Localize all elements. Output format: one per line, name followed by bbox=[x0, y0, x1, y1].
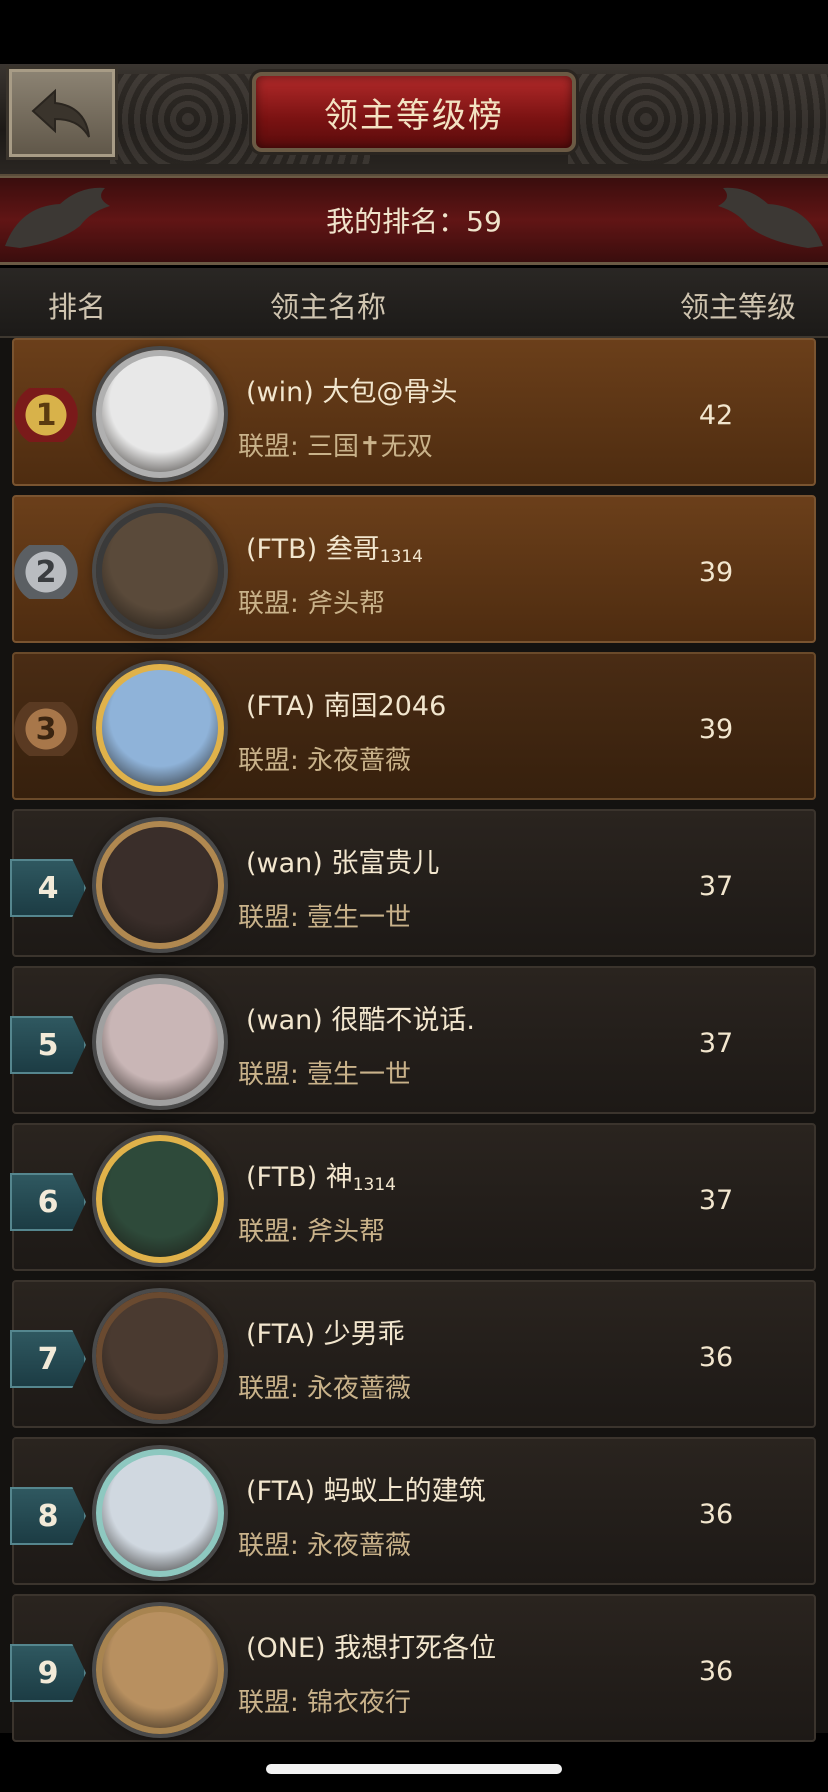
rank-medal-icon: 3 bbox=[10, 702, 82, 756]
alliance-label: 联盟: 斧头帮 bbox=[238, 1217, 386, 1247]
alliance-label: 联盟: 斧头帮 bbox=[238, 589, 386, 619]
lord-level: 36 bbox=[698, 1656, 734, 1687]
lord-level: 39 bbox=[698, 557, 734, 588]
lord-name-text: (wan) 张富贵儿 bbox=[246, 848, 440, 879]
rank-badge: 7 bbox=[10, 1330, 86, 1388]
back-arrow-icon bbox=[31, 88, 90, 138]
lord-name-text: (FTA) 少男乖 bbox=[246, 1319, 405, 1350]
dragon-ornament-icon bbox=[5, 187, 110, 248]
lord-name: (FTA) 少男乖 bbox=[246, 1312, 405, 1351]
alliance-label: 联盟: 壹生一世 bbox=[238, 1060, 412, 1090]
avatar[interactable] bbox=[96, 507, 224, 635]
lord-name: (wan) 张富贵儿 bbox=[246, 841, 439, 880]
my-rank-label: 我的排名：59 bbox=[326, 205, 502, 238]
table-row[interactable]: 4 (wan) 张富贵儿联盟: 壹生一世 37 bbox=[10, 809, 816, 957]
back-button[interactable] bbox=[6, 66, 118, 160]
avatar[interactable] bbox=[96, 1292, 224, 1420]
lord-name: (FTB) 叁哥1314 bbox=[246, 527, 423, 567]
table-row[interactable]: 9 (ONE) 我想打死各位联盟: 锦衣夜行 36 bbox=[10, 1594, 816, 1742]
avatar[interactable] bbox=[96, 1449, 224, 1577]
rank-badge: 4 bbox=[10, 859, 86, 917]
avatar[interactable] bbox=[96, 821, 224, 949]
lord-level: 36 bbox=[698, 1499, 734, 1530]
lord-level: 37 bbox=[698, 871, 734, 902]
home-indicator bbox=[266, 1764, 562, 1774]
lord-name: (wan) 很酷不说话. bbox=[246, 998, 475, 1037]
rank-badge: 5 bbox=[10, 1016, 86, 1074]
lord-name-text: (FTA) 南国2046 bbox=[246, 691, 447, 722]
avatar[interactable] bbox=[96, 664, 224, 792]
column-name: 领主名称 bbox=[270, 290, 387, 324]
lord-name-text: (FTA) 蚂蚁上的建筑 bbox=[246, 1476, 486, 1507]
lord-name-suffix: 1314 bbox=[379, 547, 423, 567]
column-header: 排名 领主名称 领主等级 bbox=[0, 268, 828, 338]
alliance-label: 联盟: 锦衣夜行 bbox=[238, 1688, 412, 1718]
table-row[interactable]: 5 (wan) 很酷不说话. 联盟: 壹生一世 37 bbox=[10, 966, 816, 1114]
lord-name-text: (wan) 很酷不说话. bbox=[246, 1005, 475, 1036]
lord-name-text: (ONE) 我想打死各位 bbox=[246, 1633, 497, 1664]
rank-medal-icon: 1 bbox=[10, 388, 82, 442]
dragon-ornament-icon bbox=[718, 187, 823, 248]
alliance-label: 联盟: 壹生一世 bbox=[238, 903, 412, 933]
lord-name: (ONE) 我想打死各位 bbox=[246, 1626, 496, 1665]
table-row[interactable]: 3 (FTA) 南国2046 联盟: 永夜蔷薇 39 bbox=[10, 652, 816, 800]
table-row[interactable]: 2 (FTB) 叁哥1314 联盟: 斧头帮 39 bbox=[10, 495, 816, 643]
avatar[interactable] bbox=[96, 978, 224, 1106]
rank-badge: 6 bbox=[10, 1173, 86, 1231]
lord-level: 37 bbox=[698, 1185, 734, 1216]
alliance-label: 联盟: 三国✝无双 bbox=[238, 432, 433, 462]
table-row[interactable]: 1 (win) 大包@骨头联盟: 三国✝无双 42 bbox=[10, 338, 816, 486]
rank-medal-icon: 2 bbox=[10, 545, 82, 599]
table-row[interactable]: 6 (FTB) 神1314 联盟: 斧头帮 37 bbox=[10, 1123, 816, 1271]
table-row[interactable]: 7 (FTA) 少男乖 联盟: 永夜蔷薇 36 bbox=[10, 1280, 816, 1428]
alliance-label: 联盟: 永夜蔷薇 bbox=[238, 746, 412, 776]
lord-name-text: (FTB) 叁哥 bbox=[246, 534, 380, 565]
avatar[interactable] bbox=[96, 1606, 224, 1734]
page-title: 领主等级榜 bbox=[252, 72, 576, 152]
alliance-label: 联盟: 永夜蔷薇 bbox=[238, 1374, 412, 1404]
column-rank: 排名 bbox=[48, 290, 107, 324]
table-row[interactable]: 8 (FTA) 蚂蚁上的建筑联盟: 永夜蔷薇 36 bbox=[10, 1437, 816, 1585]
alliance-label: 联盟: 永夜蔷薇 bbox=[238, 1531, 412, 1561]
lord-name-text: (win) 大包@骨头 bbox=[246, 377, 458, 408]
lord-name: (FTB) 神1314 bbox=[246, 1155, 396, 1195]
lord-name: (FTA) 蚂蚁上的建筑 bbox=[246, 1469, 486, 1508]
column-level: 领主等级 bbox=[680, 290, 797, 324]
ornament-right bbox=[568, 74, 828, 164]
lord-level: 37 bbox=[698, 1028, 734, 1059]
lord-level: 39 bbox=[698, 714, 734, 745]
lord-name-text: (FTB) 神 bbox=[246, 1162, 353, 1193]
lord-name: (win) 大包@骨头 bbox=[246, 370, 457, 409]
rank-badge: 9 bbox=[10, 1644, 86, 1702]
rank-badge: 8 bbox=[10, 1487, 86, 1545]
avatar[interactable] bbox=[96, 350, 224, 478]
lord-name-suffix: 1314 bbox=[352, 1175, 396, 1195]
leaderboard-list[interactable]: 1 (win) 大包@骨头 联盟: 三国✝无双 42 2 (FTB) 叁哥1314 联盟: … bbox=[0, 338, 828, 1742]
lord-level: 42 bbox=[698, 400, 734, 431]
avatar[interactable] bbox=[96, 1135, 224, 1263]
lord-level: 36 bbox=[698, 1342, 734, 1373]
lord-name: (FTA) 南国2046 bbox=[246, 684, 446, 723]
